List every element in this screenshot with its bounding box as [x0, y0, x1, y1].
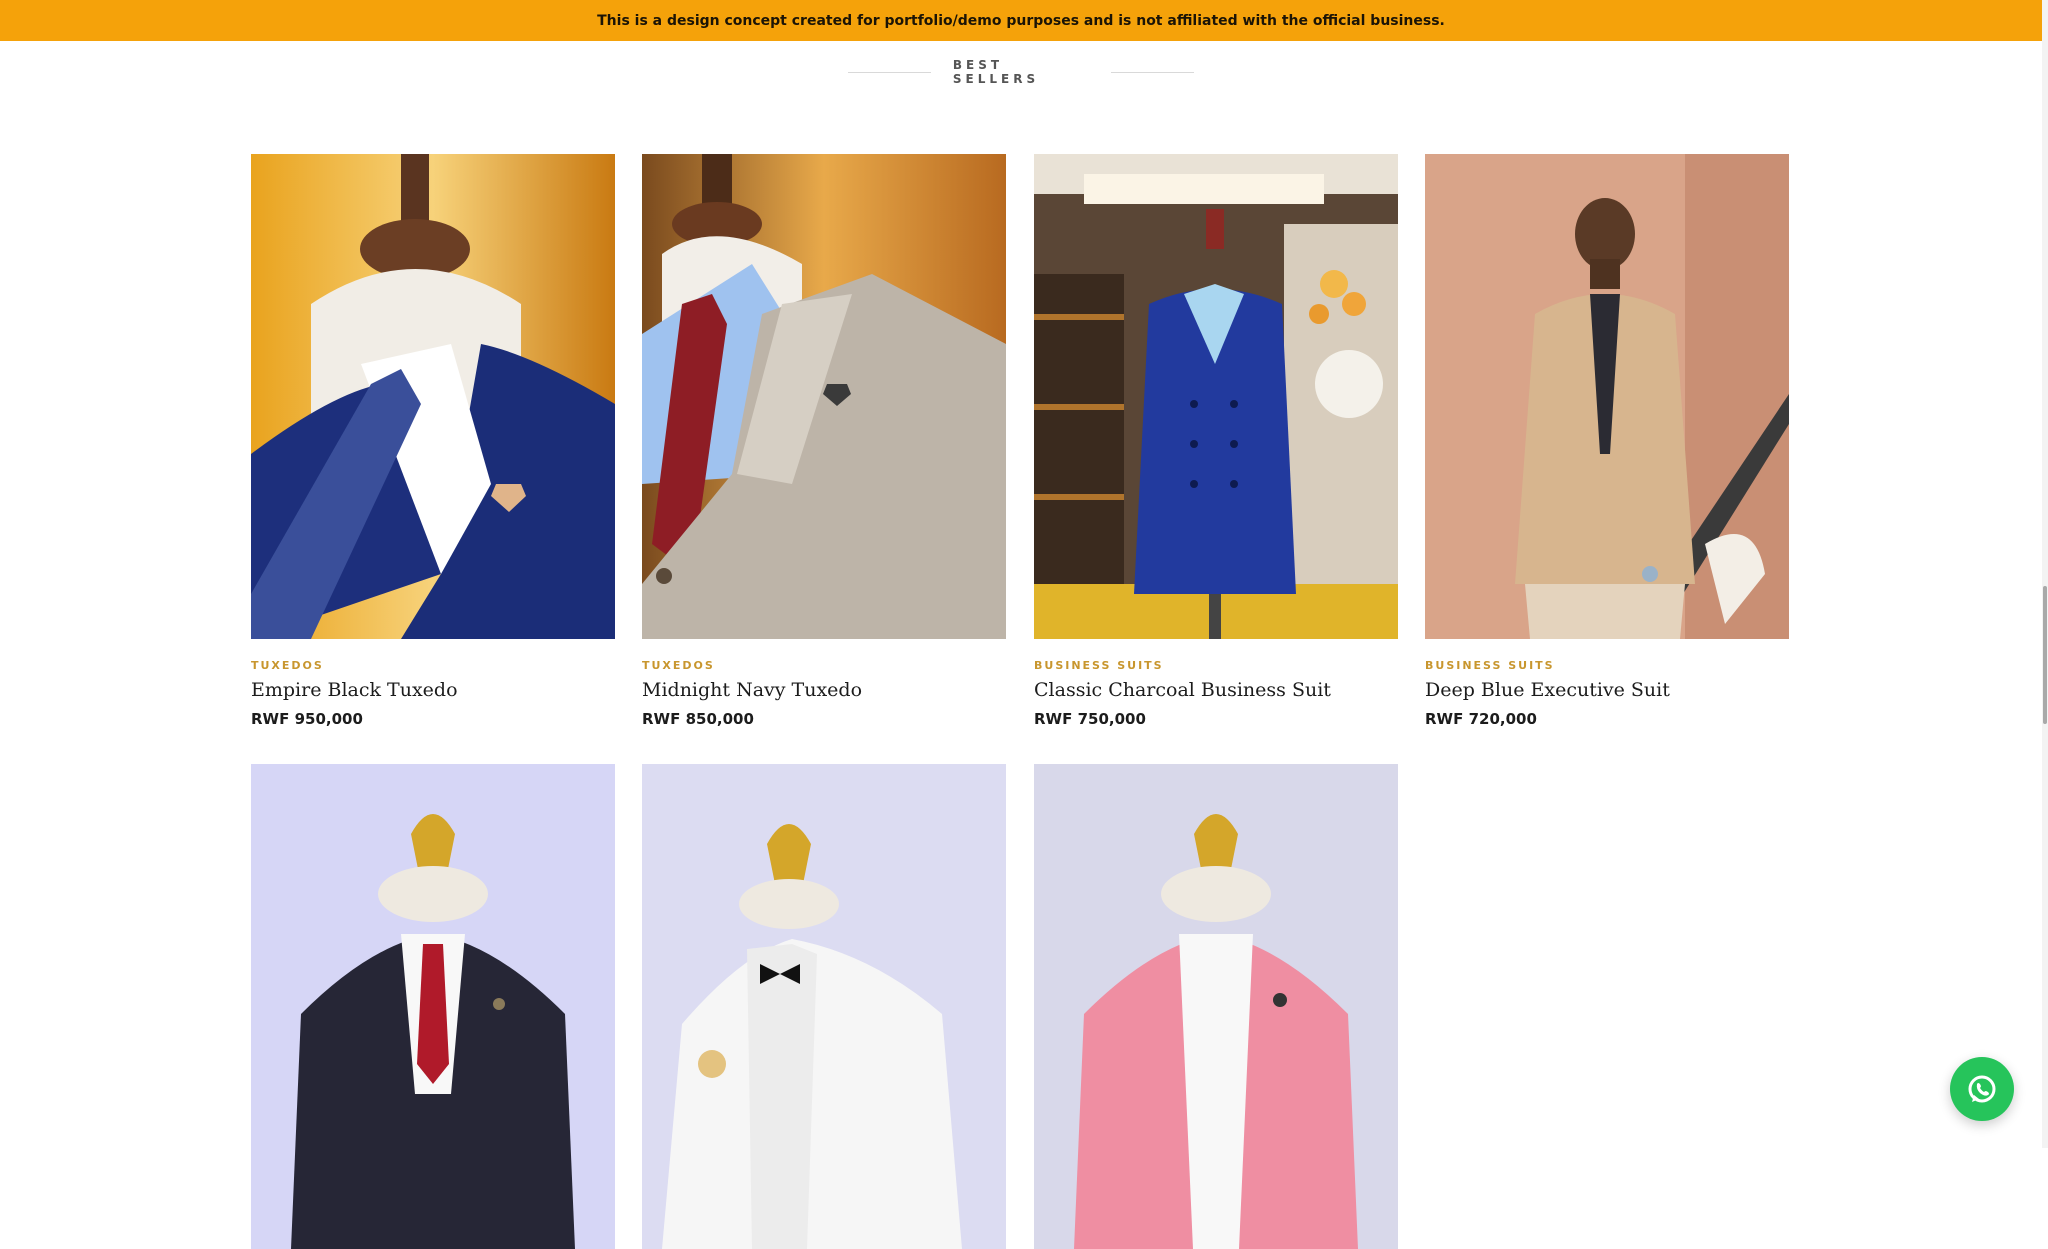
- section-title: BEST SELLERS: [952, 58, 1040, 86]
- product-card[interactable]: BUSINESS SUITS Deep Blue Executive Suit …: [1425, 154, 1789, 728]
- section-header: BEST SELLERS: [848, 58, 1194, 86]
- banner-text: This is a design concept created for por…: [597, 12, 1445, 29]
- scrollbar[interactable]: [2042, 0, 2048, 1148]
- product-category[interactable]: TUXEDOS: [251, 659, 615, 672]
- product-name[interactable]: Empire Black Tuxedo: [251, 679, 615, 701]
- product-card[interactable]: TUXEDOS Empire Black Tuxedo RWF 950,000: [251, 154, 615, 728]
- scrollbar-thumb[interactable]: [2043, 586, 2047, 724]
- demo-disclaimer-banner: This is a design concept created for por…: [0, 0, 2042, 41]
- product-card[interactable]: [642, 764, 1006, 1249]
- product-image[interactable]: [1034, 154, 1398, 639]
- product-category[interactable]: BUSINESS SUITS: [1034, 659, 1398, 672]
- product-card[interactable]: [251, 764, 615, 1249]
- title-rule-left: [848, 71, 931, 73]
- product-image[interactable]: [642, 154, 1006, 639]
- product-category[interactable]: BUSINESS SUITS: [1425, 659, 1789, 672]
- product-name[interactable]: Midnight Navy Tuxedo: [642, 679, 1006, 701]
- title-rule-right: [1111, 71, 1194, 73]
- whatsapp-icon: [1968, 1075, 1996, 1103]
- product-image[interactable]: [251, 154, 615, 639]
- product-image[interactable]: [251, 764, 615, 1249]
- product-price: RWF 950,000: [251, 710, 363, 728]
- product-price: RWF 850,000: [642, 710, 754, 728]
- product-card[interactable]: [1034, 764, 1398, 1249]
- product-category[interactable]: TUXEDOS: [642, 659, 1006, 672]
- product-card[interactable]: BUSINESS SUITS Classic Charcoal Business…: [1034, 154, 1398, 728]
- product-name[interactable]: Deep Blue Executive Suit: [1425, 679, 1789, 701]
- product-name[interactable]: Classic Charcoal Business Suit: [1034, 679, 1398, 701]
- product-card[interactable]: TUXEDOS Midnight Navy Tuxedo RWF 850,000: [642, 154, 1006, 728]
- product-image[interactable]: [1034, 764, 1398, 1249]
- whatsapp-chat-button[interactable]: [1950, 1057, 2014, 1121]
- product-price: RWF 750,000: [1034, 710, 1146, 728]
- product-image[interactable]: [642, 764, 1006, 1249]
- product-price: RWF 720,000: [1425, 710, 1537, 728]
- product-image[interactable]: [1425, 154, 1789, 639]
